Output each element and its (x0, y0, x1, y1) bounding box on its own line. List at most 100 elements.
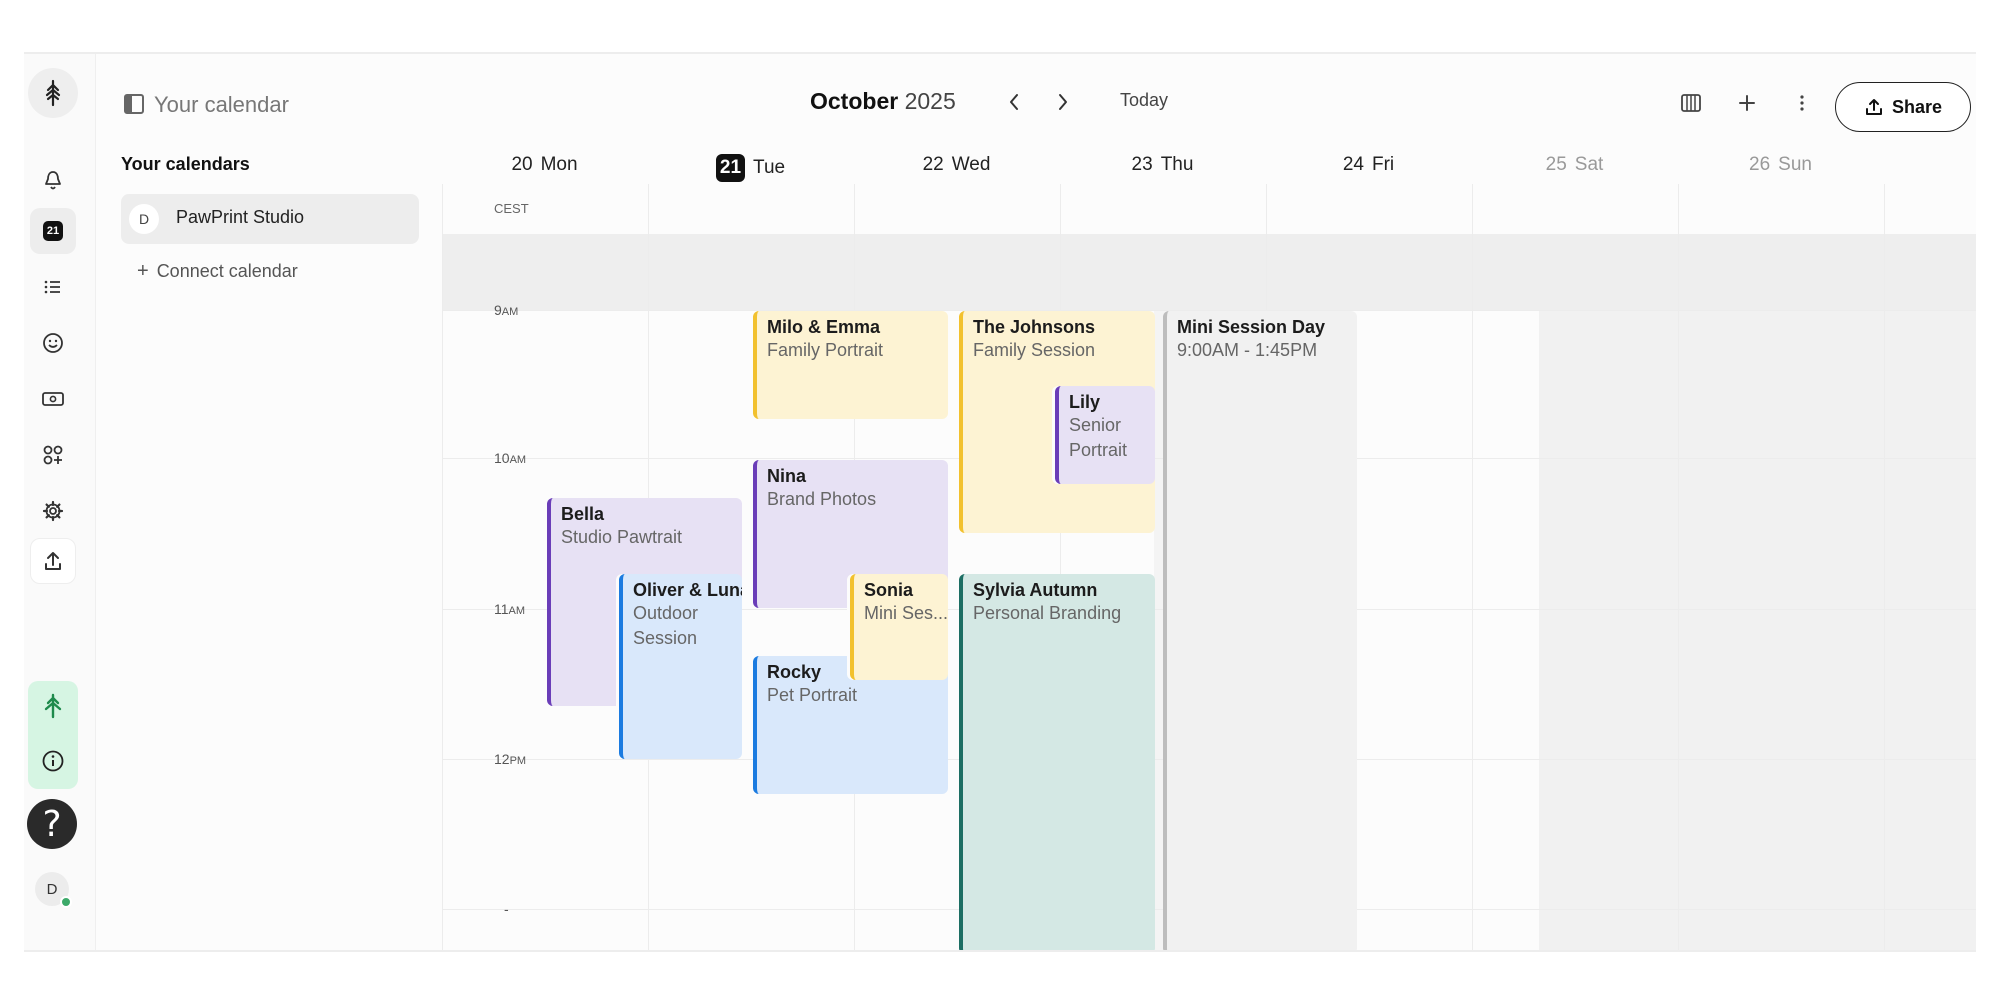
hour-number: 11 (494, 601, 509, 617)
day-column-divider (1678, 184, 1679, 950)
day-header-mon[interactable]: 20 Mon (442, 154, 647, 176)
notifications-bell-icon[interactable] (30, 157, 76, 203)
calendar-event[interactable]: Sonia Mini Ses... (850, 574, 948, 680)
day-name: Thu (1160, 154, 1194, 175)
event-title: Nina (767, 466, 807, 486)
calendar-event[interactable]: Sylvia Autumn Personal Branding (959, 574, 1155, 950)
day-header-tue[interactable]: 21 Tue (648, 154, 853, 182)
event-detail: Portrait (1069, 440, 1128, 460)
day-number: 25 (1545, 154, 1567, 175)
upload-icon[interactable] (30, 538, 76, 584)
event-detail: Brand Photos (767, 489, 877, 509)
hour-label: 12PM (494, 751, 526, 767)
hour-suffix: AM (508, 605, 526, 617)
event-title: Sylvia Autumn (973, 580, 1098, 600)
month-year-title: October 2025 (810, 88, 956, 115)
pro-group (28, 681, 78, 789)
day-name: Fri (1371, 154, 1395, 175)
day-header-sun[interactable]: 26 Sun (1678, 154, 1883, 176)
day-name: Tue (753, 157, 786, 178)
online-status-dot (60, 896, 72, 908)
day-header-wed[interactable]: 22 Wed (854, 154, 1059, 176)
help-icon[interactable]: ? (27, 799, 77, 849)
event-detail: Studio Pawtrait (561, 527, 683, 547)
hour-suffix: AM (501, 306, 519, 318)
event-title: Bella (561, 504, 605, 524)
event-detail: Session (633, 628, 698, 648)
all-day-band (442, 234, 1976, 310)
day-name: Wed (951, 154, 991, 175)
hour-label: 9AM (494, 302, 518, 318)
day-number: 24 (1342, 154, 1364, 175)
day-column-divider (1472, 184, 1473, 950)
day-header-fri[interactable]: 24 Fri (1266, 154, 1471, 176)
day-number: 20 (511, 154, 533, 175)
more-options-icon[interactable] (1787, 88, 1817, 118)
calendar-app: 21 ? D Your calendar Your calendars D Pa… (24, 52, 1976, 952)
calendar-nav-icon[interactable]: 21 (30, 208, 76, 254)
share-upload-icon (1865, 99, 1882, 115)
nav-rail: 21 ? D (24, 54, 96, 950)
hour-label: 11AM (494, 601, 525, 617)
tree-pro-icon[interactable] (41, 693, 65, 724)
day-number: 22 (922, 154, 944, 175)
event-detail: Mini Ses... (864, 603, 948, 623)
event-detail: Senior (1069, 415, 1122, 435)
calendars-heading: Your calendars (121, 154, 250, 174)
today-button[interactable]: Today (1120, 90, 1168, 111)
user-avatar[interactable]: D (35, 872, 72, 908)
event-detail: Pet Portrait (767, 685, 858, 705)
event-title: The Johnsons (973, 317, 1096, 337)
event-detail: Personal Branding (973, 603, 1122, 623)
connect-calendar-label: Connect calendar (156, 261, 298, 281)
add-plus-icon[interactable] (1732, 88, 1762, 118)
money-icon[interactable] (30, 376, 76, 422)
hour-label: 10AM (494, 450, 526, 466)
calendar-event[interactable]: Lily Senior Portrait (1055, 386, 1155, 484)
hour-suffix: AM (509, 454, 527, 466)
hour-label: - (504, 901, 509, 917)
event-title: Milo & Emma (767, 317, 881, 337)
day-column-divider (1884, 184, 1885, 950)
view-columns-icon[interactable] (1676, 88, 1706, 118)
event-title: Sonia (864, 580, 914, 600)
hour-suffix: PM (509, 755, 527, 767)
day-name: Mon (540, 154, 578, 175)
hour-number: 9 (494, 302, 502, 318)
month-label: October (810, 88, 899, 114)
logo-tree-icon[interactable] (28, 68, 78, 118)
calendar-avatar: D (129, 204, 159, 234)
settings-gear-icon[interactable] (30, 488, 76, 534)
day-column-divider (442, 184, 443, 950)
info-icon[interactable] (41, 749, 65, 778)
year-label: 2025 (904, 88, 956, 114)
event-detail: Outdoor (633, 603, 699, 623)
list-icon[interactable] (30, 264, 76, 310)
day-number: 23 (1131, 154, 1153, 175)
hour-number: - (504, 901, 509, 917)
calendar-item-pawprint[interactable]: D PawPrint Studio (121, 194, 419, 244)
share-button[interactable]: Share (1835, 82, 1971, 132)
event-title: Mini Session Day (1177, 317, 1326, 337)
day-header-sat[interactable]: 25 Sat (1472, 154, 1677, 176)
sidebar-toggle-icon[interactable] (124, 94, 144, 114)
share-label: Share (1891, 96, 1943, 117)
prev-week-chevron-icon[interactable] (999, 86, 1029, 118)
sidebar-title: Your calendar (154, 92, 289, 117)
calendar-event[interactable]: Oliver & Luna Outdoor Session (619, 574, 742, 759)
smiley-icon[interactable] (30, 320, 76, 366)
day-header-thu[interactable]: 23 Thu (1060, 154, 1265, 176)
event-title: Oliver & Luna (633, 580, 742, 600)
connect-calendar-button[interactable]: + Connect calendar (137, 260, 298, 283)
event-detail: Family Portrait (767, 340, 884, 360)
event-title: Lily (1069, 392, 1101, 412)
calendar-event[interactable]: Mini Session Day 9:00AM - 1:45PM (1163, 311, 1357, 950)
hour-number: 12 (494, 751, 510, 767)
next-week-chevron-icon[interactable] (1048, 86, 1078, 118)
apps-icon[interactable] (30, 432, 76, 478)
event-detail: 9:00AM - 1:45PM (1177, 340, 1318, 360)
day-number: 26 (1749, 154, 1771, 175)
calendar-event[interactable]: Milo & Emma Family Portrait (753, 311, 948, 419)
hour-number: 10 (494, 450, 510, 466)
day-name: Sun (1778, 154, 1812, 175)
